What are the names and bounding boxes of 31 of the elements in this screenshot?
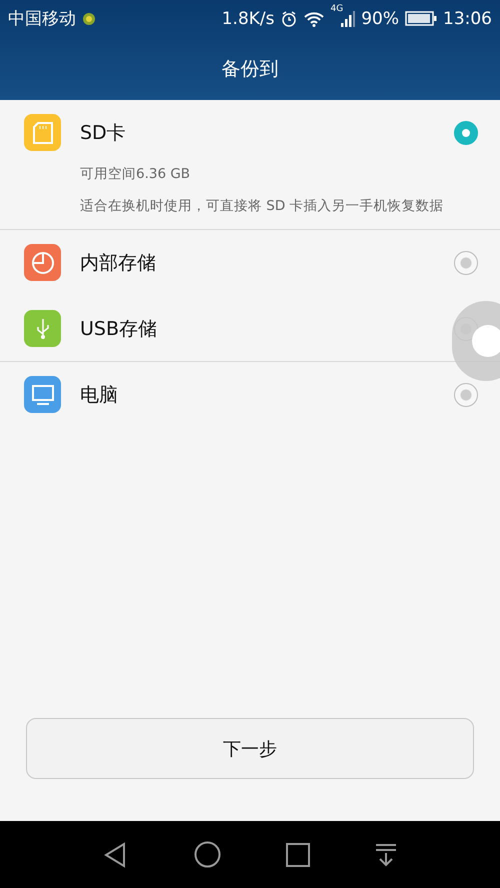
usb-icon: [34, 318, 50, 340]
storage-option[interactable]: 电脑: [0, 362, 500, 428]
battery-icon: [405, 11, 437, 26]
notification-pull-icon[interactable]: [375, 842, 398, 866]
network-speed: 1.8K/s: [222, 8, 274, 28]
sd-card-icon: [32, 122, 52, 144]
option-label: SD卡: [80, 120, 127, 146]
monitor-icon: [30, 384, 54, 406]
clock-icon: [30, 250, 54, 274]
home-icon[interactable]: [194, 841, 221, 868]
carrier-name: 中国移动: [8, 8, 76, 30]
clock-time: 13:06: [443, 8, 492, 28]
storage-option[interactable]: SD卡 可用空间6.36 GB 适合在换机时使用，可直接将 SD 卡插入另一手机恢复数据: [0, 100, 500, 230]
option-label: 电脑: [80, 382, 119, 408]
alarm-icon: [280, 10, 296, 26]
globe-icon: [82, 12, 96, 26]
network-type: 4G: [330, 4, 344, 14]
option-label: 内部存储: [80, 250, 157, 276]
recents-icon[interactable]: [286, 842, 310, 866]
next-button[interactable]: 下一步: [26, 718, 474, 779]
radio-button[interactable]: [454, 250, 478, 274]
page-title: 备份到: [222, 56, 278, 82]
battery-percent: 90%: [361, 8, 399, 28]
signal-icon: [341, 10, 356, 26]
option-label: USB存储: [80, 316, 158, 342]
storage-option[interactable]: 内部存储: [0, 230, 500, 296]
wifi-icon: [302, 10, 324, 26]
radio-button[interactable]: [454, 120, 478, 144]
option-detail: 可用空间6.36 GB: [80, 165, 192, 183]
radio-button[interactable]: [454, 382, 478, 406]
option-detail: 适合在换机时使用，可直接将 SD 卡插入另一手机恢复数据: [80, 197, 445, 215]
